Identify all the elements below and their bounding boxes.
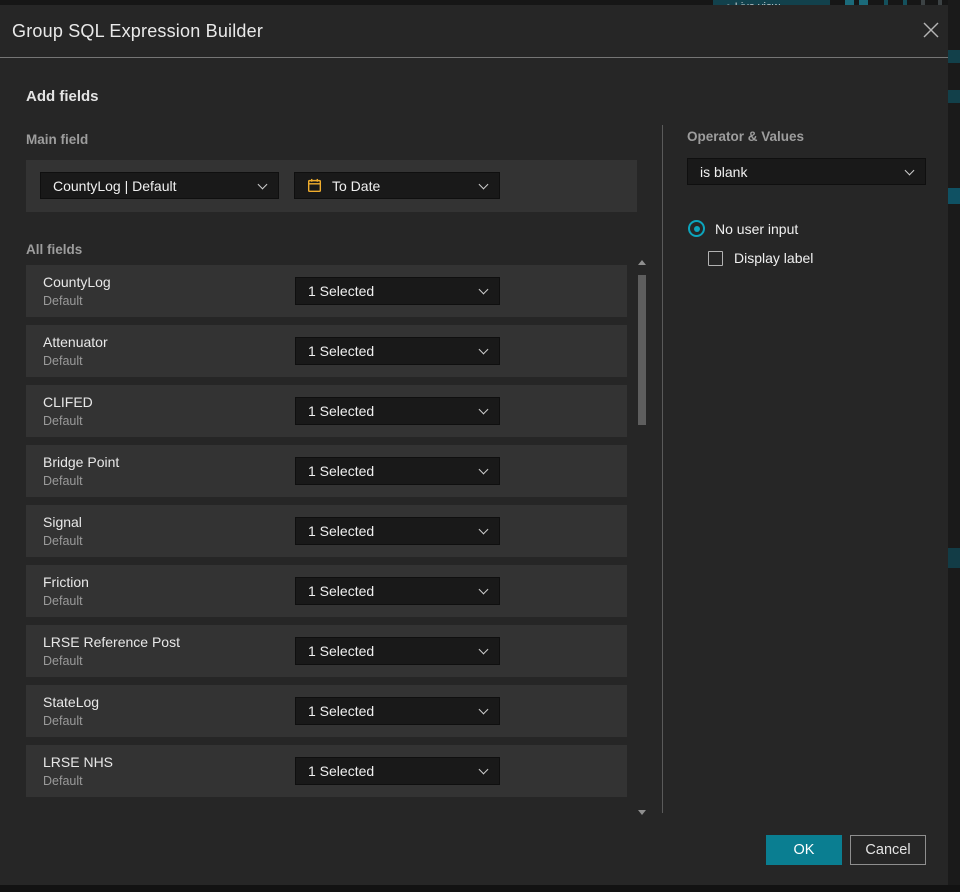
field-subtitle: Default: [43, 474, 83, 488]
panel-divider: [662, 125, 663, 813]
field-name: CLIFED: [43, 394, 93, 410]
background-app-bottom-edge: [0, 885, 960, 892]
chevron-down-icon: [478, 584, 489, 595]
scrollbar-thumb[interactable]: [638, 275, 646, 425]
dropdown-value: 1 Selected: [308, 403, 375, 419]
field-subtitle: Default: [43, 294, 83, 308]
field-row: LRSE Reference Post Default 1 Selected: [26, 625, 627, 677]
no-user-input-radio[interactable]: No user input: [688, 220, 798, 237]
field-row: Attenuator Default 1 Selected: [26, 325, 627, 377]
field-name: LRSE NHS: [43, 754, 114, 770]
field-row: Bridge Point Default 1 Selected: [26, 445, 627, 497]
scrollbar-down-arrow-icon[interactable]: [638, 810, 646, 815]
chevron-down-icon: [478, 764, 489, 775]
background-fragment: [948, 90, 960, 103]
dropdown-value: 1 Selected: [308, 523, 375, 539]
dropdown-value: 1 Selected: [308, 703, 375, 719]
checkbox-label: Display label: [734, 250, 814, 266]
dropdown-value: 1 Selected: [308, 763, 375, 779]
dropdown-value: is blank: [700, 163, 748, 180]
field-name: LRSE Reference Post: [43, 634, 180, 650]
field-name: CountyLog: [43, 274, 111, 290]
field-subtitle: Default: [43, 414, 83, 428]
field-selection-dropdown[interactable]: 1 Selected: [295, 697, 500, 725]
dropdown-value: 1 Selected: [308, 463, 375, 479]
background-fragment: [948, 548, 960, 568]
main-field-dropdown[interactable]: CountyLog | Default: [40, 172, 279, 199]
background-app-right-edge: [948, 0, 960, 892]
title-divider: [0, 57, 948, 58]
radio-label: No user input: [715, 220, 799, 237]
dropdown-value: 1 Selected: [308, 283, 375, 299]
field-subtitle: Default: [43, 774, 83, 788]
field-selection-dropdown[interactable]: 1 Selected: [295, 517, 500, 545]
chevron-down-icon: [478, 464, 489, 475]
chevron-down-icon: [478, 344, 489, 355]
group-sql-expression-builder-dialog: Group SQL Expression Builder Add fields …: [0, 5, 948, 885]
checkbox-unchecked-icon: [708, 250, 723, 266]
field-row: StateLog Default 1 Selected: [26, 685, 627, 737]
list-scrollbar[interactable]: [637, 260, 647, 815]
close-button[interactable]: [918, 17, 944, 43]
background-fragment: [948, 188, 960, 204]
field-selection-dropdown[interactable]: 1 Selected: [295, 757, 500, 785]
field-selection-dropdown[interactable]: 1 Selected: [295, 397, 500, 425]
field-name: StateLog: [43, 694, 100, 710]
chevron-down-icon: [478, 704, 489, 715]
field-selection-dropdown[interactable]: 1 Selected: [295, 637, 500, 665]
chevron-down-icon: [478, 284, 489, 295]
field-row: Friction Default 1 Selected: [26, 565, 627, 617]
radio-selected-icon: [688, 220, 705, 237]
cancel-button[interactable]: Cancel: [850, 835, 926, 865]
date-field-dropdown[interactable]: To Date: [294, 172, 500, 199]
background-fragment: [948, 50, 960, 63]
field-name: Signal: [43, 514, 82, 530]
dropdown-value: 1 Selected: [308, 583, 375, 599]
field-selection-dropdown[interactable]: 1 Selected: [295, 337, 500, 365]
dropdown-value: 1 Selected: [308, 343, 375, 359]
field-subtitle: Default: [43, 354, 83, 368]
field-row: Signal Default 1 Selected: [26, 505, 627, 557]
operator-values-label: Operator & Values: [687, 129, 805, 144]
field-name: Attenuator: [43, 334, 108, 350]
chevron-down-icon: [257, 179, 268, 189]
all-fields-label: All fields: [26, 242, 83, 257]
field-selection-dropdown[interactable]: 1 Selected: [295, 457, 500, 485]
dropdown-value: To Date: [332, 177, 381, 194]
field-subtitle: Default: [43, 594, 83, 608]
chevron-down-icon: [904, 165, 915, 175]
all-fields-list: CountyLog Default 1 Selected Attenuator …: [26, 265, 627, 805]
main-field-container: CountyLog | Default To Date: [26, 160, 637, 212]
calendar-icon: [307, 178, 322, 193]
field-subtitle: Default: [43, 714, 83, 728]
dropdown-value: 1 Selected: [308, 643, 375, 659]
add-fields-heading: Add fields: [26, 88, 99, 105]
field-row: LRSE NHS Default 1 Selected: [26, 745, 627, 797]
close-icon: [923, 22, 939, 38]
main-field-label: Main field: [26, 132, 89, 147]
dialog-title: Group SQL Expression Builder: [12, 21, 264, 41]
ok-button[interactable]: OK: [766, 835, 842, 865]
chevron-down-icon: [478, 179, 489, 189]
field-name: Friction: [43, 574, 89, 590]
field-selection-dropdown[interactable]: 1 Selected: [295, 277, 500, 305]
dropdown-value: CountyLog | Default: [53, 177, 177, 194]
display-label-checkbox[interactable]: Display label: [708, 250, 813, 266]
field-name: Bridge Point: [43, 454, 120, 470]
chevron-down-icon: [478, 524, 489, 535]
operator-dropdown[interactable]: is blank: [687, 158, 926, 185]
field-subtitle: Default: [43, 534, 83, 548]
field-selection-dropdown[interactable]: 1 Selected: [295, 577, 500, 605]
field-row: CountyLog Default 1 Selected: [26, 265, 627, 317]
field-row: CLIFED Default 1 Selected: [26, 385, 627, 437]
field-subtitle: Default: [43, 654, 83, 668]
scrollbar-up-arrow-icon[interactable]: [638, 260, 646, 265]
chevron-down-icon: [478, 404, 489, 415]
chevron-down-icon: [478, 644, 489, 655]
